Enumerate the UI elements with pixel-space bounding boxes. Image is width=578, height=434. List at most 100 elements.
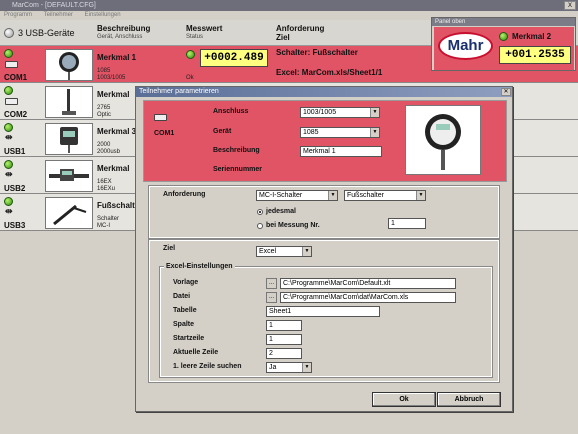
beschreibung-label: Beschreibung [213,147,260,154]
dialog-port-label: COM1 [154,130,175,137]
ziel-select[interactable]: Excel ▼ [256,246,312,257]
menu-teilnehmer[interactable]: Teilnehmer [44,12,73,18]
vorlage-browse-button[interactable]: ... [266,278,277,289]
ziel-value: Excel [259,248,277,255]
anschluss-select[interactable]: 1003/1005 ▼ [300,107,380,118]
device-type: Schalter [97,216,120,222]
status-led-icon [4,123,13,132]
foot-switch-thumbnail [45,197,93,229]
menu-programm[interactable]: Programm [4,12,32,18]
status-led-icon [4,86,13,95]
abbruch-button[interactable]: Abbruch [437,392,501,407]
startzeile-label: Startzeile [173,335,205,342]
anforderung-switch-select[interactable]: Fußschalter ▼ [344,190,426,201]
mini-measured-value: +001.2535 [499,46,571,64]
radio-jedesmal-label: jedesmal [266,208,296,215]
menu-einstellungen[interactable]: Einstellungen [85,12,121,18]
startzeile-input[interactable]: 1 [266,334,302,345]
radio-bei-messung[interactable] [257,223,263,229]
aktuelle-zeile-input[interactable]: 2 [266,348,302,359]
disc-icon [4,28,14,38]
seriennummer-label: Seriennummer [213,166,263,173]
usb-icon: ⇹ [5,132,13,142]
parameter-dialog: Teilnehmer parametrieren ✕ COM1 Anschlus… [135,86,513,412]
dialog-close-button[interactable]: ✕ [501,88,511,96]
port-label: COM1 [4,73,28,82]
mahr-logo: Mahr [438,32,493,60]
vorlage-label: Vorlage [173,279,199,286]
spalte-input[interactable]: 1 [266,320,302,331]
anschluss-value: 1003/1005 [303,109,337,116]
radio-jedesmal[interactable] [257,209,263,215]
request-text: Schalter: Fußschalter [276,48,358,57]
geraet-value: 1085 [303,129,319,136]
measured-value: +0002.489 [200,49,268,67]
anforderung-switch-value: Fußschalter [347,192,384,199]
device-type: 1085 [97,68,111,74]
anforderung-type-value: MC-I-Schalter [259,192,303,199]
device-name: Merkmal 3 [97,127,137,136]
col-target-header[interactable]: Ziel [276,33,290,42]
chevron-down-icon: ▼ [370,128,379,137]
device-type: 16EX [97,179,112,185]
dial-gauge-thumbnail [45,49,93,81]
col-value-sub: Status [186,34,204,40]
beschreibung-input[interactable]: Merkmal 1 [300,146,382,157]
caliper-thumbnail [45,160,93,192]
device-count-label: 3 USB-Geräte [18,28,75,38]
port-label: USB1 [4,147,26,156]
chevron-down-icon: ▼ [416,191,425,200]
usb-icon: ⇹ [5,169,13,179]
datei-input[interactable]: C:\Programme\MarCom\dat\MarCom.xls [280,292,456,303]
leere-zeile-label: 1. leere Zeile suchen [173,363,242,370]
value-led-icon [186,50,195,59]
col-request-header[interactable]: Anforderung [276,24,324,33]
vorlage-input[interactable]: C:\Programme\MarCom\Default.xlt [280,278,456,289]
device-name: Merkmal [97,90,130,99]
chevron-down-icon: ▼ [328,191,337,200]
port-label: USB2 [4,184,26,193]
geraet-label: Gerät [213,128,232,135]
device-connection: MC-I [97,223,110,229]
ok-button[interactable]: Ok [372,392,436,407]
leere-zeile-value: Ja [269,364,277,371]
anforderung-label: Anforderung [163,191,206,198]
mini-value-panel[interactable]: Panel oben Mahr Merkmal 2 +001.2535 [431,17,576,71]
leere-zeile-select[interactable]: Ja ▼ [266,362,312,373]
datei-label: Datei [173,293,191,300]
window-title: MarCom - [DEFAULT.CFG] [12,2,96,9]
port-label: COM2 [4,110,28,119]
status-led-icon [4,49,13,58]
status-led-icon [4,197,13,206]
datei-browse-button[interactable]: ... [266,292,277,303]
chevron-down-icon: ▼ [302,247,311,256]
port-label: USB3 [4,221,26,230]
device-connection: 2000usb [97,149,121,155]
chevron-down-icon: ▼ [370,108,379,117]
device-connection: 16EXu [97,186,116,192]
aktuelle-zeile-label: Aktuelle Zeile [173,349,219,356]
status-led-icon [4,160,13,169]
window-close-button[interactable]: X [564,1,576,10]
anschluss-label: Anschluss [213,108,249,115]
height-gauge-thumbnail [45,86,93,118]
ziel-label: Ziel [163,245,176,252]
col-description-header[interactable]: Beschreibung [97,24,150,33]
device-connection: 1003/1005 [97,75,126,81]
device-connection: Optic [97,112,112,118]
device-settings-panel: COM1 Anschluss 1003/1005 ▼ Gerät 1085 ▼ Be… [143,100,507,182]
usb-icon: ⇹ [5,206,13,216]
serial-port-icon [154,114,167,121]
tabelle-input[interactable]: Sheet1 [266,306,380,317]
col-value-header[interactable]: Messwert [186,24,222,33]
target-text: Excel: MarCom.xls/Sheet1/1 [276,68,383,77]
mini-device-name: Merkmal 2 [512,32,552,41]
geraet-select[interactable]: 1085 ▼ [300,127,380,138]
radio-bei-messung-label: bei Messung Nr. [266,222,320,229]
dialog-title: Teilnehmer parametrieren [136,87,512,97]
measure-nr-input[interactable]: 1 [388,218,426,229]
device-name: Merkmal [97,164,130,173]
mini-status-led-icon [499,32,508,41]
anforderung-type-select[interactable]: MC-I-Schalter ▼ [256,190,338,201]
serial-port-icon [5,61,18,68]
